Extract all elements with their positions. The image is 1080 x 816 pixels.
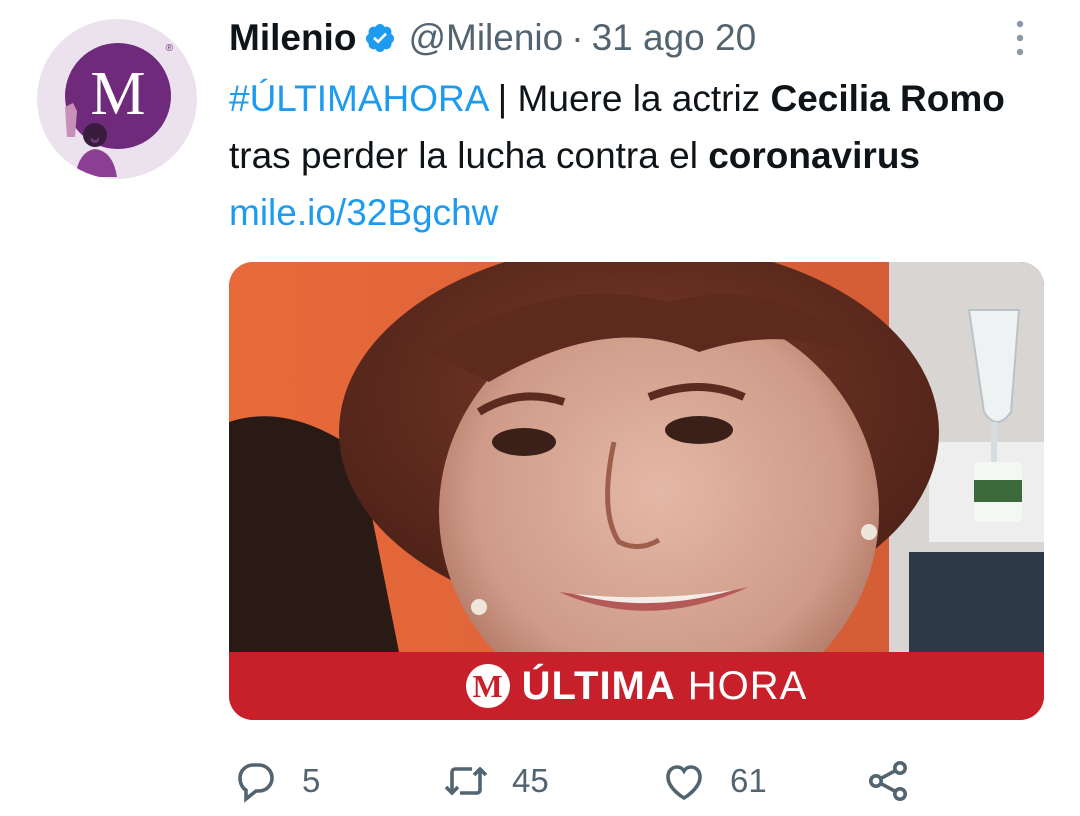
avatar[interactable]: M ®	[37, 19, 197, 179]
breaking-news-banner: M ÚLTIMA HORA	[229, 652, 1044, 720]
like-count: 61	[730, 762, 767, 799]
media-image[interactable]: M ÚLTIMA HORA	[229, 262, 1044, 720]
tweet-text: #ÚLTIMAHORA | Muere la actriz Cecilia Ro…	[229, 70, 1029, 241]
text-bold-keyword: coronavirus	[708, 135, 920, 176]
news-photo	[229, 262, 1044, 652]
more-options-icon[interactable]	[1011, 18, 1029, 58]
text-segment: | Muere la actriz	[487, 78, 771, 119]
heart-icon	[666, 765, 702, 801]
separator-dot: ·	[571, 17, 584, 58]
tweet-card[interactable]: M ® Milenio @Milenio · 31 ago 20 #ÚLTIMA…	[0, 0, 1080, 816]
retweet-icon	[444, 766, 488, 796]
tweet-header: Milenio @Milenio · 31 ago 20	[229, 14, 756, 62]
registered-mark: ®	[165, 43, 173, 54]
reply-count: 5	[302, 762, 321, 799]
retweet-count: 45	[512, 762, 549, 799]
handle[interactable]: @Milenio	[408, 17, 563, 59]
text-segment: tras perder la lucha contra el	[229, 135, 709, 176]
text-bold-name: Cecilia Romo	[770, 78, 1005, 119]
share-button[interactable]	[864, 752, 912, 810]
display-name[interactable]: Milenio	[229, 17, 356, 59]
milenio-logo-icon: M	[465, 664, 510, 708]
url-link[interactable]: mile.io/32Bgchw	[229, 192, 498, 233]
banner-text-light: HORA	[687, 663, 808, 708]
like-button[interactable]: 61	[660, 752, 767, 810]
banner-text-strong: ÚLTIMA	[521, 663, 676, 708]
share-icon	[869, 761, 907, 801]
reply-button[interactable]: 5	[232, 752, 320, 810]
tweet-date[interactable]: 31 ago 20	[592, 17, 757, 59]
verified-badge-icon	[366, 24, 395, 52]
raised-fist-woman-icon	[65, 103, 117, 177]
reply-icon	[238, 763, 274, 803]
hashtag-link[interactable]: #ÚLTIMAHORA	[229, 78, 487, 119]
retweet-button[interactable]: 45	[442, 752, 549, 810]
